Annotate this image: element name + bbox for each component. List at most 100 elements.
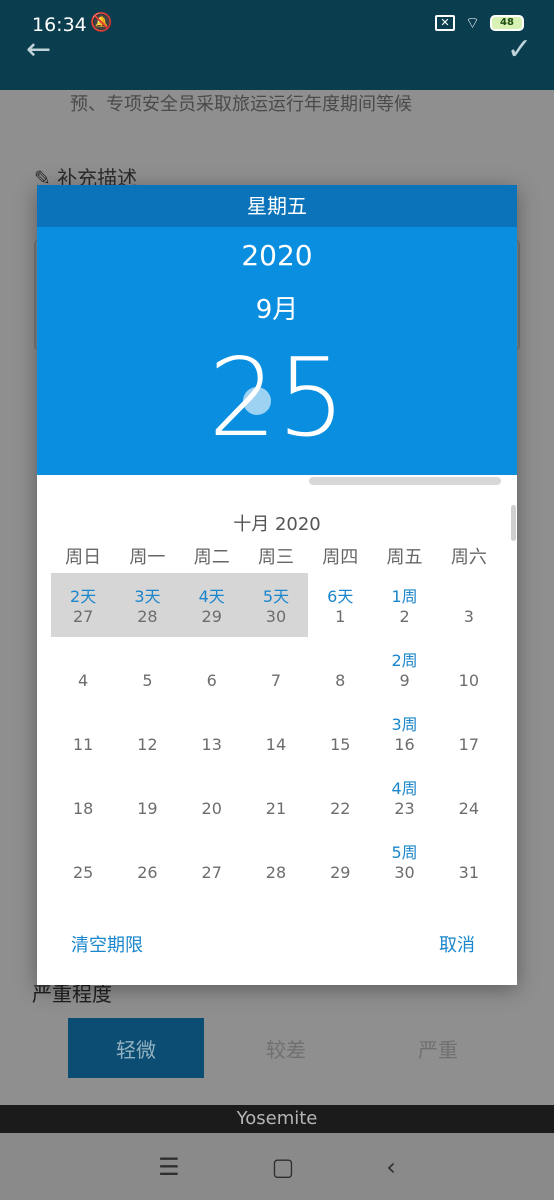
calendar-day-cell[interactable]: 8 [308, 637, 372, 701]
day-number: 2 [399, 607, 410, 626]
day-number: 23 [394, 799, 415, 818]
day-number: 27 [201, 863, 222, 882]
battery-icon: 48 [490, 15, 524, 31]
calendar-day-cell[interactable]: 20 [180, 765, 244, 829]
day-number: 8 [335, 671, 346, 690]
day-duration-badge: 2天 [70, 587, 97, 606]
day-number: 12 [137, 735, 158, 754]
app-bar: 16:34 🔕 ✕ ⌔ 48 ← ✓ [0, 0, 554, 90]
calendar-day-cell[interactable]: 21 [244, 765, 308, 829]
calendar-day-cell[interactable]: 10 [437, 637, 501, 701]
calendar-day-cell[interactable]: 29 [308, 829, 372, 893]
calendar-day-cell[interactable]: 4周 23 [372, 765, 436, 829]
day-number: 3 [463, 607, 474, 626]
calendar-day-cell[interactable]: 15 [308, 701, 372, 765]
calendar-day-cell[interactable]: 6天 1 [308, 573, 372, 637]
day-number: 30 [265, 607, 287, 626]
day-number: 21 [265, 799, 287, 818]
calendar-day-cell[interactable]: 14 [244, 701, 308, 765]
weekday-label: 周六 [450, 547, 487, 568]
calendar-day-cell[interactable]: 24 [437, 765, 501, 829]
calendar-day-cell[interactable]: 22 [308, 765, 372, 829]
wifi-icon: ⌔ [464, 13, 480, 32]
severity-option-medium: 较差 [266, 1037, 306, 1062]
calendar-week-row: 11 12 13 14 15 3周 16 17 [51, 701, 501, 765]
home-icon[interactable]: ▢ [272, 1153, 295, 1181]
calendar-week-row: 25 26 27 28 29 5周 30 31 [51, 829, 501, 893]
weekday-label: 周二 [193, 547, 230, 568]
calendar-day-cell[interactable]: 18 [51, 765, 115, 829]
calendar-day-cell[interactable]: 31 [437, 829, 501, 893]
weekday-label: 周三 [257, 547, 294, 568]
back-arrow-icon[interactable]: ← [26, 32, 51, 67]
day-number: 10 [458, 671, 479, 690]
day-number: 6 [206, 671, 217, 690]
day-number: 26 [137, 863, 158, 882]
calendar-day-cell[interactable]: 3 [437, 573, 501, 637]
bell-muted-icon: 🔕 [90, 12, 113, 33]
calendar-month-title: 十月 2020 [233, 514, 321, 535]
clear-deadline-button[interactable]: 清空期限 [71, 931, 143, 957]
calendar-day-cell[interactable]: 2天 27 [51, 573, 116, 637]
day-number: 27 [72, 607, 94, 626]
cancel-button[interactable]: 取消 [439, 931, 475, 957]
calendar-day-cell[interactable]: 4 [51, 637, 115, 701]
calendar-day-cell[interactable]: 5周 30 [372, 829, 436, 893]
calendar-day-cell[interactable]: 28 [244, 829, 308, 893]
calendar-day-cell[interactable]: 25 [51, 829, 115, 893]
calendar-day-cell[interactable]: 3天 28 [115, 573, 180, 637]
day-number: 28 [265, 863, 287, 882]
day-number: 20 [201, 799, 222, 818]
calendar-day-cell[interactable]: 27 [180, 829, 244, 893]
day-duration-badge: 3周 [391, 715, 418, 734]
day-number: 19 [137, 799, 158, 818]
day-number: 15 [330, 735, 351, 754]
day-number: 4 [78, 671, 89, 690]
day-number: 17 [458, 735, 479, 754]
status-icons: ✕ ⌔ 48 [434, 13, 524, 33]
severity-option-severe: 严重 [418, 1037, 458, 1062]
confirm-check-icon[interactable]: ✓ [507, 32, 532, 67]
background-text: 预、专项安全员采取旅运运行年度期间等候 [70, 94, 412, 115]
calendar-day-cell[interactable]: 3周 16 [372, 701, 436, 765]
calendar-day-cell[interactable]: 5 [115, 637, 179, 701]
day-number: 25 [72, 863, 94, 882]
back-icon[interactable]: ‹ [386, 1153, 396, 1181]
selected-month[interactable]: 9月 [37, 289, 517, 326]
menu-icon[interactable]: ☰ [158, 1153, 180, 1181]
calendar-day-cell[interactable]: 1周 2 [372, 573, 436, 637]
day-number: 29 [201, 607, 222, 626]
day-number: 30 [394, 863, 415, 882]
day-number: 14 [265, 735, 287, 754]
day-number: 9 [399, 671, 410, 690]
calendar-day-cell[interactable]: 7 [244, 637, 308, 701]
horizontal-scrollbar[interactable] [309, 477, 501, 485]
date-picker-dialog: 星期五 2020 9月 25 十月 2020 周日 周一 周二 周三 周四 周五… [37, 185, 517, 985]
weekday-label: 周四 [322, 547, 359, 568]
calendar-day-cell[interactable]: 19 [115, 765, 179, 829]
calendar-day-cell[interactable]: 26 [115, 829, 179, 893]
calendar-day-cell[interactable]: 4天 29 [179, 573, 244, 637]
calendar-day-cell[interactable]: 6 [180, 637, 244, 701]
day-duration-badge: 5周 [391, 843, 418, 862]
day-number: 16 [394, 735, 415, 754]
calendar-day-cell[interactable]: 13 [180, 701, 244, 765]
calendar-day-cell[interactable]: 11 [51, 701, 115, 765]
calendar-day-cell[interactable]: 2周 9 [372, 637, 436, 701]
day-duration-badge: 5天 [262, 587, 290, 606]
day-number: 1 [335, 607, 346, 626]
calendar-day-cell[interactable]: 12 [115, 701, 179, 765]
selected-year[interactable]: 2020 [37, 239, 517, 272]
dialog-actions: 清空期限 取消 [37, 931, 517, 971]
date-header: 2020 9月 25 [37, 227, 517, 475]
day-number: 18 [72, 799, 94, 818]
day-number: 5 [142, 671, 153, 690]
calendar-day-cell[interactable]: 17 [437, 701, 501, 765]
footer-label: Yosemite [0, 1105, 554, 1133]
day-number: 13 [201, 735, 222, 754]
sim-icon: ✕ [434, 15, 455, 31]
calendar-day-cell[interactable]: 5天 30 [243, 573, 309, 637]
day-duration-badge: 3天 [134, 587, 161, 606]
calendar-grid: 2天 27 3天 28 4天 29 5天 30 6天 1 1周 2 3 4 5 6 7 8 2周 9 10 11 12 13 1… [51, 573, 501, 893]
selected-day[interactable]: 25 [37, 345, 517, 453]
